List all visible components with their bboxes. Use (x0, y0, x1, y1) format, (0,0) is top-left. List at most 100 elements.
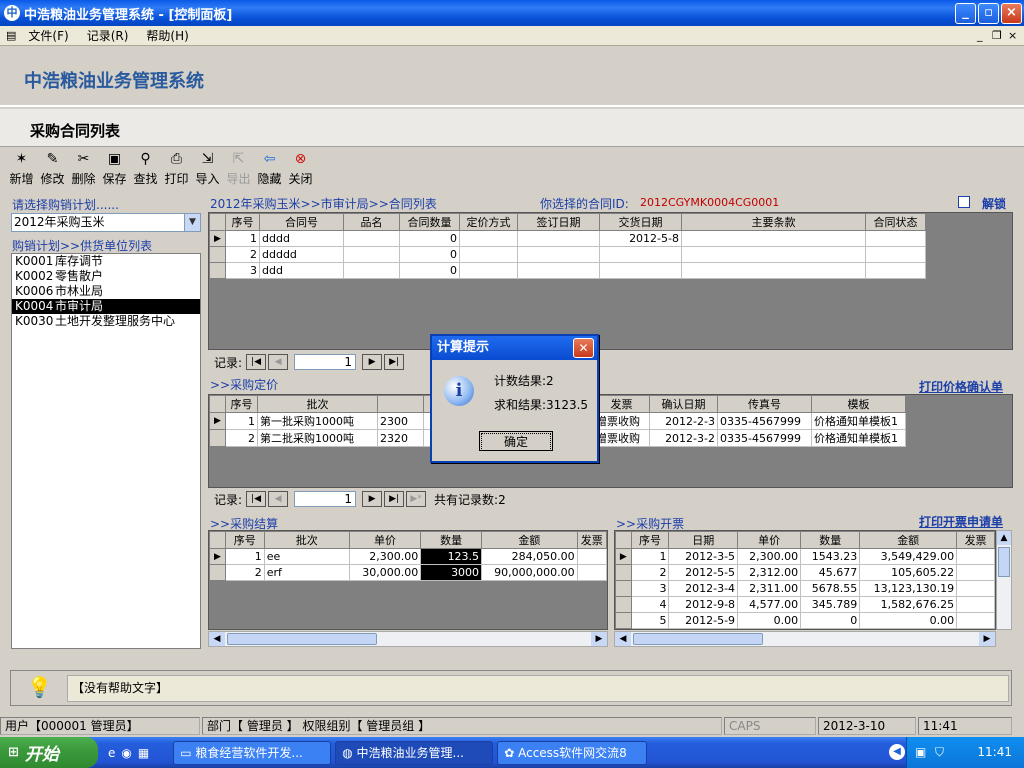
last-record-icon[interactable]: ▶| (384, 491, 405, 507)
table-row[interactable]: 2 erf 30,000.00 3000 90,000,000.00 (209, 564, 607, 581)
list-item[interactable]: K0030 土地开发整理服务中心 (12, 314, 200, 329)
table-row[interactable]: ▶ 1 2012-3-5 2,300.00 1543.23 3,549,429.00 (615, 548, 995, 565)
col-header[interactable]: 批次 (263, 531, 350, 549)
desktop-icon[interactable]: ▦ (138, 746, 149, 760)
table-row[interactable]: 2 2012-5-5 2,312.00 45.677 105,605.22 (615, 564, 995, 581)
table-row[interactable]: 4 2012-9-8 4,577.00 345.789 1,582,676.25 (615, 596, 995, 613)
col-header[interactable]: 金额 (859, 531, 958, 549)
col-header[interactable]: 定价方式 (459, 213, 518, 231)
task-item-active[interactable]: ◍ 中浩粮油业务管理... (335, 740, 494, 765)
col-header[interactable]: 序号 (225, 213, 260, 231)
mdi-close-icon[interactable]: × (1008, 29, 1017, 42)
col-header[interactable]: 合同数量 (399, 213, 460, 231)
col-header[interactable]: 传真号 (717, 395, 812, 413)
menu-record[interactable]: 记录(R) (87, 27, 129, 44)
col-header[interactable]: 金额 (481, 531, 578, 549)
prev-record-icon[interactable]: ◀ (268, 491, 289, 507)
shield-icon[interactable]: ⛉ (935, 737, 944, 768)
prev-record-icon[interactable]: ◀ (268, 354, 289, 370)
col-header[interactable] (377, 395, 424, 413)
dialog-close-icon[interactable]: ✕ (573, 338, 594, 358)
last-record-icon[interactable]: ▶| (384, 354, 405, 370)
table-row[interactable]: ▶ 1 dddd 0 2012-5-8 (209, 230, 926, 247)
next-record-icon[interactable]: ▶ (362, 354, 383, 370)
col-header[interactable]: 数量 (800, 531, 861, 549)
table-row[interactable]: 3 ddd 0 (209, 262, 926, 279)
start-button[interactable]: ⊞ 开始 (0, 737, 98, 768)
table-row[interactable]: 2 ddddd 0 (209, 246, 926, 263)
table-row[interactable]: ▶ 1 ee 2,300.00 123.5 284,050.00 (209, 548, 607, 565)
chrome-icon[interactable]: ◉ (121, 746, 131, 760)
invoice-hscroll[interactable]: ◀ ▶ (614, 631, 996, 647)
col-header[interactable]: 数量 (420, 531, 483, 549)
edit-button[interactable]: ✎ 修改 (37, 148, 68, 192)
col-header[interactable]: 发票 (593, 395, 650, 413)
menu-file[interactable]: 文件(F) (28, 27, 68, 44)
ie-icon[interactable]: e (108, 746, 115, 760)
list-item[interactable]: K0001 库存调节 (12, 254, 200, 269)
close-window-button[interactable]: × (1001, 3, 1022, 24)
col-header[interactable]: 日期 (668, 531, 739, 549)
new-record-icon[interactable]: ▶* (406, 491, 427, 507)
col-header[interactable]: 发票 (576, 531, 607, 549)
scroll-right-icon[interactable]: ▶ (591, 632, 607, 646)
scroll-thumb[interactable] (227, 633, 377, 645)
table-row[interactable]: 3 2012-3-4 2,311.00 5678.55 13,123,130.19 (615, 580, 995, 597)
print-button[interactable]: ⎙ 打印 (161, 148, 192, 192)
col-header[interactable]: 合同状态 (865, 213, 926, 231)
col-header[interactable]: 签订日期 (517, 213, 600, 231)
invoice-vscroll[interactable]: ▲ (996, 530, 1012, 630)
mdi-minimize-icon[interactable]: _ (977, 29, 983, 42)
tray-expand-icon[interactable]: ◀ (889, 744, 905, 760)
record-number-input[interactable]: 1 (294, 354, 357, 370)
ok-button[interactable]: 确定 (479, 431, 553, 451)
plan-select[interactable]: 2012年采购玉米 ▼ (11, 213, 201, 232)
settlement-hscroll[interactable]: ◀ ▶ (208, 631, 608, 647)
mdi-doc-icon[interactable]: ▤ (6, 29, 16, 42)
task-item[interactable]: ▭ 粮食经营软件开发... (173, 740, 332, 765)
col-header[interactable]: 批次 (257, 395, 378, 413)
new-button[interactable]: ✶ 新增 (6, 148, 37, 192)
export-button[interactable]: ⇱ 导出 (223, 148, 254, 192)
scroll-up-icon[interactable]: ▲ (997, 531, 1011, 545)
table-row[interactable]: 5 2012-5-9 0.00 0 0.00 (615, 612, 995, 629)
col-header[interactable]: 序号 (630, 531, 670, 549)
print-invoice-link[interactable]: 打印开票申请单 (919, 513, 1003, 530)
save-button[interactable]: ▣ 保存 (99, 148, 130, 192)
list-item[interactable]: K0006 市林业局 (12, 284, 200, 299)
hide-button[interactable]: ⇦ 隐藏 (254, 148, 285, 192)
find-button[interactable]: ⚲ 查找 (130, 148, 161, 192)
mdi-restore-icon[interactable]: ❐ (992, 29, 1002, 42)
col-header[interactable]: 合同号 (259, 213, 344, 231)
unlock-checkbox[interactable] (958, 196, 970, 208)
maximize-button[interactable]: ▫ (978, 3, 999, 24)
col-header[interactable]: 交货日期 (599, 213, 682, 231)
chevron-down-icon[interactable]: ▼ (184, 214, 200, 231)
col-header[interactable]: 序号 (224, 531, 265, 549)
task-item[interactable]: ✿ Access软件网交流8 (497, 740, 648, 765)
import-button[interactable]: ⇲ 导入 (192, 148, 223, 192)
list-item-selected[interactable]: K0004 市审计局 (12, 299, 200, 314)
first-record-icon[interactable]: |◀ (246, 354, 267, 370)
network-icon[interactable]: ▣ (915, 737, 926, 768)
col-header[interactable]: 品名 (343, 213, 400, 231)
scroll-right-icon[interactable]: ▶ (979, 632, 995, 646)
first-record-icon[interactable]: |◀ (246, 491, 267, 507)
col-header[interactable]: 模板 (811, 395, 906, 413)
col-header[interactable]: 发票 (956, 531, 995, 549)
menu-help[interactable]: 帮助(H) (146, 27, 188, 44)
minimize-button[interactable]: _ (955, 3, 976, 24)
col-header[interactable]: 单价 (737, 531, 802, 549)
scroll-left-icon[interactable]: ◀ (615, 632, 631, 646)
col-header[interactable]: 序号 (225, 395, 258, 413)
next-record-icon[interactable]: ▶ (362, 491, 383, 507)
close-button[interactable]: ⊗ 关闭 (285, 148, 316, 192)
scroll-left-icon[interactable]: ◀ (209, 632, 225, 646)
unlock-label[interactable]: 解锁 (982, 195, 1006, 212)
list-item[interactable]: K0002 零售散户 (12, 269, 200, 284)
scroll-thumb[interactable] (633, 633, 763, 645)
scroll-thumb[interactable] (998, 547, 1010, 577)
record-number-input[interactable]: 1 (294, 491, 357, 507)
col-header[interactable]: 确认日期 (649, 395, 718, 413)
print-price-link[interactable]: 打印价格确认单 (919, 378, 1003, 395)
